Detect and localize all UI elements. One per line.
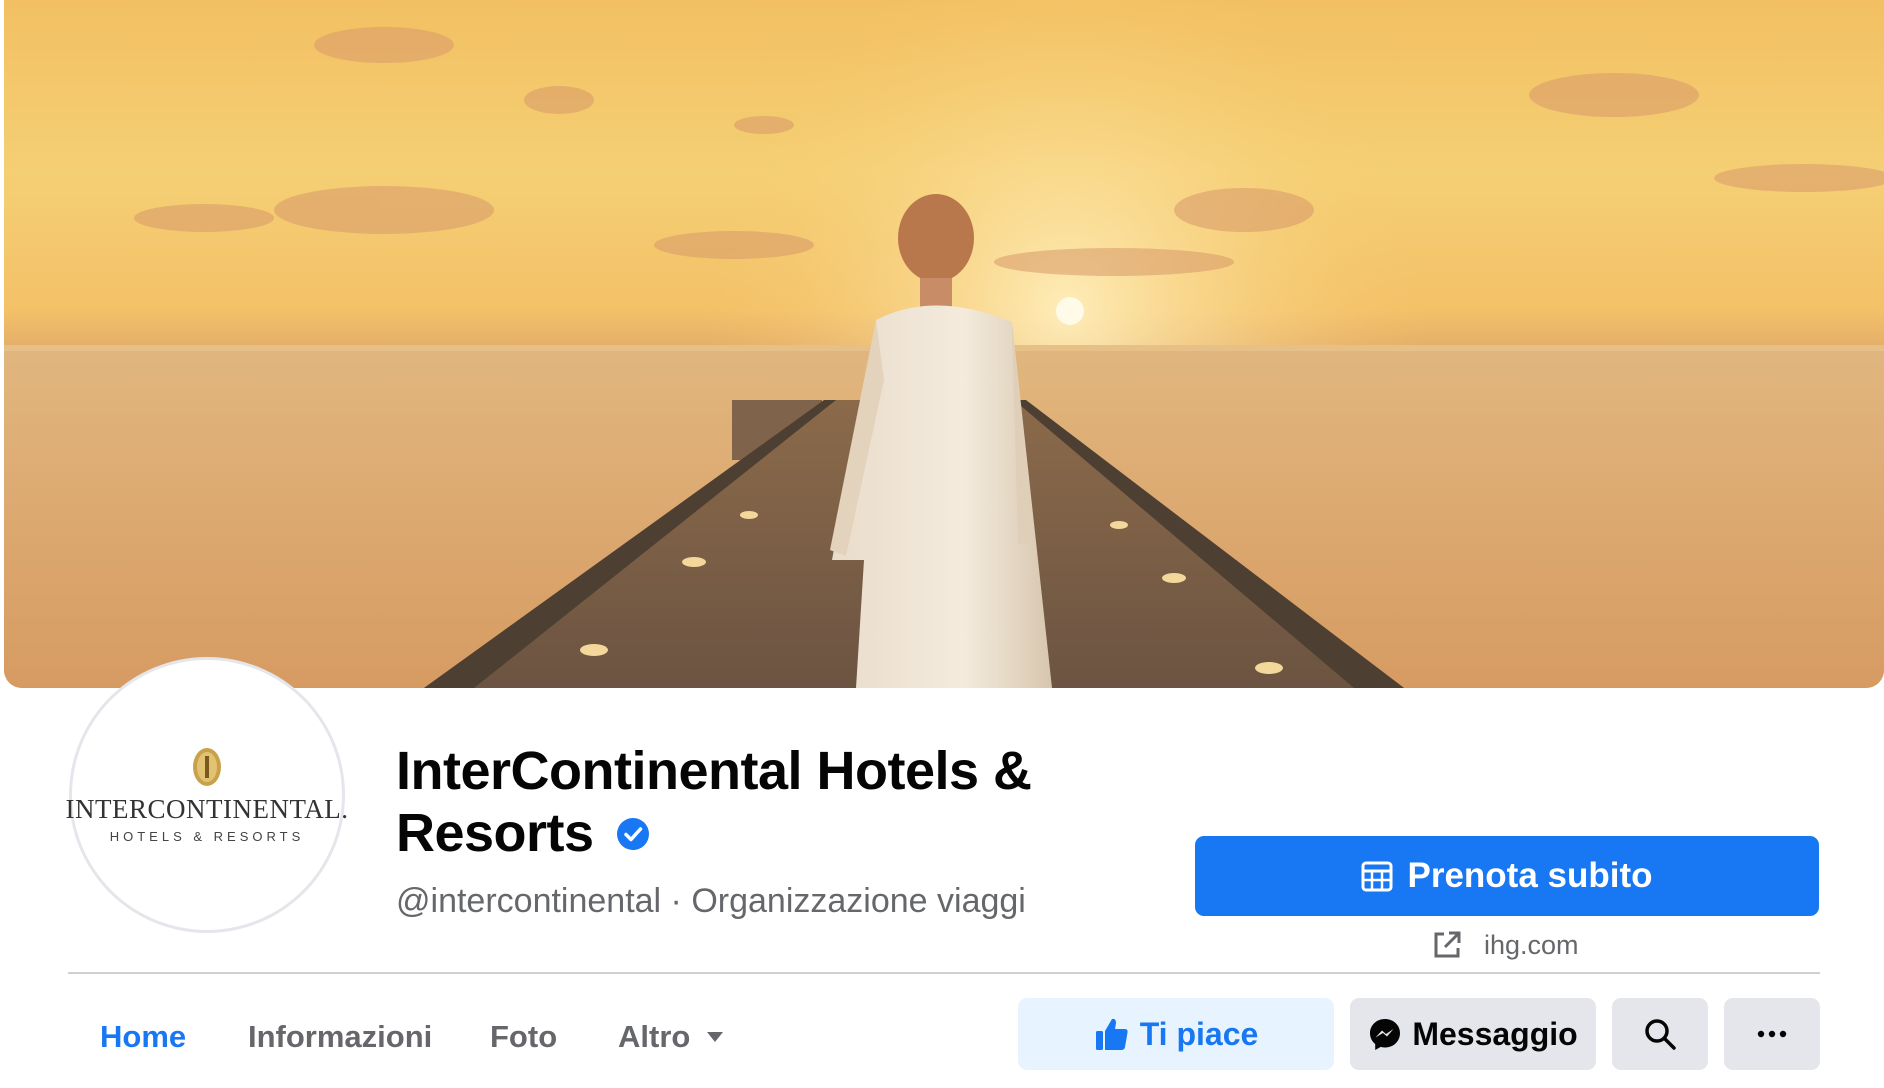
more-icon [1757,1030,1787,1038]
search-icon [1645,1019,1676,1050]
book-now-label: Prenota subito [1407,856,1653,895]
tab-foto-label: Foto [490,1019,558,1054]
search-button[interactable] [1612,998,1708,1070]
verified-badge-icon [616,802,650,864]
tab-foto[interactable]: Foto [490,1012,557,1062]
message-label: Messaggio [1412,1015,1578,1052]
tab-home[interactable]: Home [100,1012,186,1062]
caret-down-icon [707,1032,724,1042]
tab-altro-label: Altro [618,1019,691,1054]
intercontinental-emblem-icon [193,748,221,786]
website-label: ihg.com [1484,929,1579,960]
cover-image [4,0,1884,688]
messenger-icon [1370,1019,1401,1050]
external-link-icon [1434,931,1461,958]
thumbs-up-icon [1095,1018,1128,1050]
page-subtitle: @intercontinental · Organizzazione viagg… [396,882,1026,920]
tab-informazioni-label: Informazioni [248,1019,433,1054]
book-now-button[interactable]: Prenota subito [1195,836,1819,916]
like-button[interactable]: Ti piace [1018,998,1334,1070]
calendar-icon [1361,861,1393,892]
avatar-brand-sub: HOTELS & RESORTS [109,829,305,844]
header-divider [68,972,1820,974]
page-name: InterContinental Hotels & Resorts [396,741,1032,863]
tab-informazioni[interactable]: Informazioni [248,1012,432,1062]
tab-home-label: Home [100,1019,187,1054]
cover-photo[interactable] [4,0,1884,688]
avatar-brand-name: INTERCONTINENTAL. [65,794,349,824]
page-title: InterContinental Hotels & Resorts [396,740,1096,868]
message-button[interactable]: Messaggio [1350,998,1596,1070]
like-label: Ti piace [1139,1015,1259,1052]
website-link[interactable]: ihg.com [1432,925,1579,965]
more-options-button[interactable] [1724,998,1820,1070]
profile-avatar[interactable]: INTERCONTINENTAL. HOTELS & RESORTS [65,660,348,930]
tab-altro[interactable]: Altro [618,1012,724,1062]
